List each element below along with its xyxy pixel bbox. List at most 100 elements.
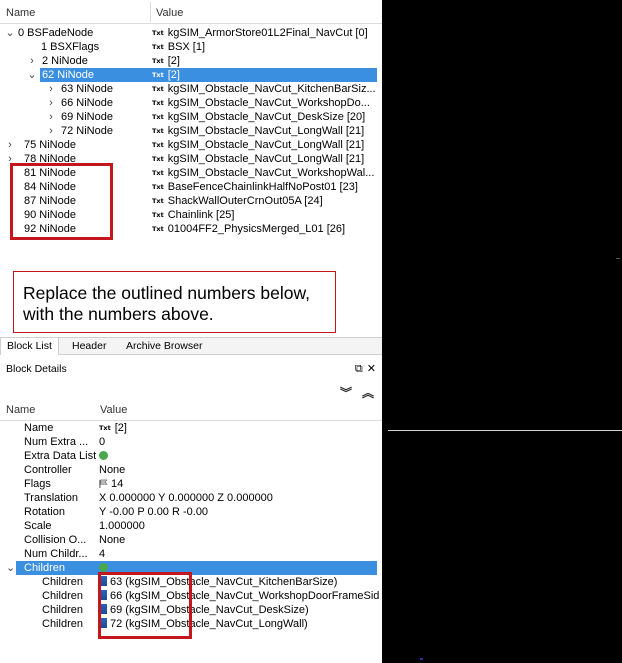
detail-row[interactable]: Flags 14 (0, 477, 382, 491)
detail-row[interactable]: Num Extra ... 0 (0, 435, 382, 449)
collapse-arrow-icon[interactable]: ⌄ (27, 68, 37, 82)
expand-all-icon[interactable]: ︾ (340, 386, 352, 400)
detail-row[interactable]: Rotation Y -0.00 P 0.00 R -0.00 (0, 505, 382, 519)
text-type-icon: Txt (152, 99, 164, 107)
block-details-title: Block Details (6, 363, 67, 375)
tree-row[interactable]: › 66 NiNode Txt kgSIM_Obstacle_NavCut_Wor… (0, 96, 382, 110)
detail-name: Rotation (24, 506, 65, 518)
detail-value[interactable]: 1.000000 (99, 519, 145, 533)
dock-controls: ⧉ ✕ (351, 362, 376, 376)
text-type-icon: Txt (152, 169, 164, 177)
tree-row[interactable]: › 72 NiNode Txt kgSIM_Obstacle_NavCut_Lon… (0, 124, 382, 138)
tree-row[interactable]: ⌄ 0 BSFadeNode Txt kgSIM_ArmorStore01L2Fi… (0, 26, 382, 40)
detail-value[interactable] (99, 449, 108, 463)
detail-value[interactable]: None (99, 533, 125, 547)
tree-row-value-text: kgSIM_Obstacle_NavCut_LongWall [21] (167, 153, 365, 165)
detail-row[interactable]: Extra Data List (0, 449, 382, 463)
tree-header: Name Value (0, 0, 382, 24)
expand-arrow-icon[interactable]: › (27, 54, 37, 68)
expand-arrow-icon[interactable]: › (46, 82, 56, 96)
detail-name: Extra Data List (24, 450, 96, 462)
annotation-outline-bottom (98, 572, 192, 639)
detail-value[interactable]: 0 (99, 435, 105, 449)
detail-value[interactable]: Txt [2] (99, 421, 127, 435)
tree-row-value-text: kgSIM_Obstacle_NavCut_LongWall [21] (167, 125, 365, 137)
tab-archive-browser[interactable]: Archive Browser (120, 338, 208, 355)
tree-row-value-text: BaseFenceChainlinkHalfNoPost01 [23] (167, 181, 358, 193)
text-type-icon: Txt (152, 29, 164, 37)
detail-value-text: [2] (114, 422, 127, 434)
expand-arrow-icon[interactable]: › (46, 124, 56, 138)
tree-row-value: Txt kgSIM_Obstacle_NavCut_KitchenBarSiz..… (152, 82, 376, 96)
tree-row-value: Txt ShackWallOuterCrnOut05A [24] (152, 194, 323, 208)
tree-row-value: Txt [2] (152, 68, 180, 82)
tree-row-name: 62 NiNode (42, 69, 94, 81)
text-type-icon: Txt (152, 183, 164, 191)
tree-row-value-text: kgSIM_Obstacle_NavCut_WorkshopDo... (167, 97, 370, 109)
column-divider[interactable] (150, 2, 151, 22)
detail-row[interactable]: Translation X 0.000000 Y 0.000000 Z 0.00… (0, 491, 382, 505)
text-type-icon: Txt (152, 43, 164, 51)
expand-arrow-icon[interactable]: › (46, 110, 56, 124)
expand-arrow-icon[interactable]: › (5, 138, 15, 152)
detail-value[interactable]: X 0.000000 Y 0.000000 Z 0.000000 (99, 491, 273, 505)
detail-row[interactable]: Controller None (0, 463, 382, 477)
detail-value[interactable]: None (99, 463, 125, 477)
tree-row-value-text: kgSIM_Obstacle_NavCut_WorkshopWal... (167, 167, 375, 179)
tree-row-value-text: kgSIM_ArmorStore01L2Final_NavCut [0] (167, 27, 368, 39)
tab-header[interactable]: Header (66, 338, 112, 355)
details-col-value[interactable]: Value (100, 404, 127, 416)
detail-row[interactable]: Num Childr... 4 (0, 547, 382, 561)
viewport-marker (616, 258, 620, 259)
detail-name: Translation (24, 492, 79, 504)
collapse-arrow-icon[interactable]: ⌄ (5, 26, 15, 40)
detail-value[interactable]: 4 (99, 547, 105, 561)
expand-arrow-icon[interactable]: › (46, 96, 56, 110)
text-type-icon: Txt (152, 225, 164, 233)
collapse-arrow-icon[interactable]: ⌄ (6, 561, 15, 575)
tree-row-value-text: BSX [1] (167, 41, 206, 53)
tree-row-value-text: 01004FF2_PhysicsMerged_L01 [26] (167, 223, 346, 235)
detail-name: Num Childr... (24, 548, 88, 560)
detail-value[interactable]: Y -0.00 P 0.00 R -0.00 (99, 505, 208, 519)
details-col-name[interactable]: Name (6, 404, 35, 416)
collapse-all-icon[interactable]: ︽ (362, 386, 374, 400)
tree-row[interactable]: › 75 NiNode Txt kgSIM_Obstacle_NavCut_Lon… (0, 138, 382, 152)
tree-row-value: Txt kgSIM_Obstacle_NavCut_WorkshopWal... (152, 166, 374, 180)
tree-row-value: Txt BSX [1] (152, 40, 205, 54)
render-viewport[interactable] (382, 0, 622, 663)
tree-row[interactable]: › 63 NiNode Txt kgSIM_Obstacle_NavCut_Kit… (0, 82, 382, 96)
tab-block-list[interactable]: Block List (0, 338, 59, 355)
detail-value-text: 14 (111, 478, 124, 490)
detail-row[interactable]: Collision O... None (0, 533, 382, 547)
tree-row-value: Txt Chainlink [25] (152, 208, 234, 222)
tree-row-value: Txt BaseFenceChainlinkHalfNoPost01 [23] (152, 180, 358, 194)
tree-row[interactable]: › 69 NiNode Txt kgSIM_Obstacle_NavCut_Des… (0, 110, 382, 124)
detail-value[interactable]: 14 (99, 477, 123, 491)
viewport-divider (388, 430, 622, 431)
tree-row-value: Txt kgSIM_Obstacle_NavCut_DeskSize [20] (152, 110, 365, 124)
tree-row[interactable]: › 2 NiNode Txt [2] (0, 54, 382, 68)
tree-col-value[interactable]: Value (156, 7, 183, 19)
float-icon[interactable]: ⧉ (355, 363, 363, 375)
tree-row[interactable]: 1 BSXFlags Txt BSX [1] (0, 40, 382, 54)
tree-row-name: 63 NiNode (61, 83, 113, 95)
tab-bar: Block List Header Archive Browser (0, 337, 382, 355)
text-type-icon: Txt (152, 57, 164, 65)
close-icon[interactable]: ✕ (367, 363, 376, 375)
tree-row-value: Txt kgSIM_Obstacle_NavCut_LongWall [21] (152, 138, 364, 152)
tree-col-name[interactable]: Name (6, 7, 35, 19)
detail-name: Children (24, 562, 65, 574)
detail-row[interactable]: Name Txt [2] (0, 421, 382, 435)
detail-name: Collision O... (24, 534, 87, 546)
detail-row[interactable]: Scale 1.000000 (0, 519, 382, 533)
tree-row-name: 0 BSFadeNode (18, 27, 94, 39)
tree-row-selected[interactable]: ⌄ 62 NiNode Txt [2] (0, 68, 382, 82)
text-type-icon: Txt (152, 155, 164, 163)
tree-row-value: Txt 01004FF2_PhysicsMerged_L01 [26] (152, 222, 345, 236)
text-type-icon: Txt (152, 71, 164, 79)
link-array-icon (99, 563, 108, 572)
tree-row-value-text: ShackWallOuterCrnOut05A [24] (167, 195, 323, 207)
tree-row-value-text: Chainlink [25] (167, 209, 235, 221)
tree-row-value-text: [2] (167, 69, 180, 81)
